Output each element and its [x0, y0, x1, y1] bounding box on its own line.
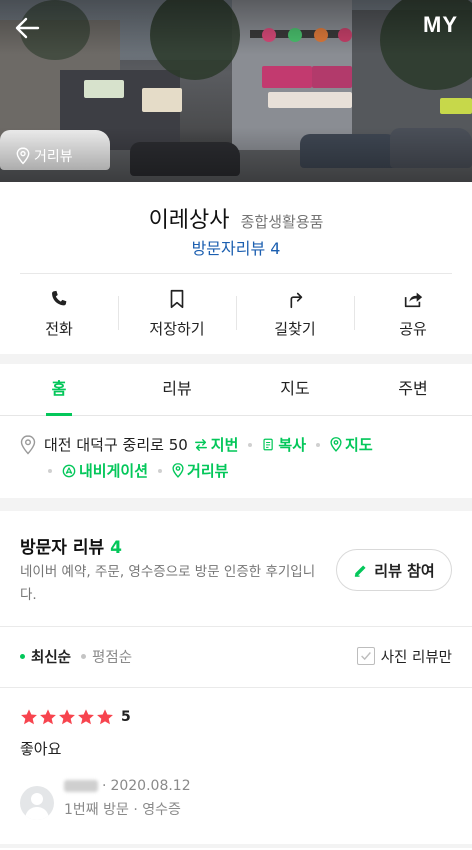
star-icon [40, 709, 56, 725]
star-rating: 5 [20, 708, 452, 726]
navigation-label: 내비게이션 [79, 462, 149, 480]
review-item: 5 좋아요 · 2020.08.12 1번째 방문 · 영수증 [20, 708, 452, 820]
lot-number-label: 지번 [210, 436, 239, 454]
map-label: 지도 [345, 436, 373, 454]
sort-rating[interactable]: 평점순 [81, 646, 132, 667]
photo-review-only-label: 사진 리뷰만 [380, 649, 452, 666]
divider [20, 273, 452, 274]
review-text: 좋아요 [20, 740, 62, 758]
divider [0, 687, 472, 688]
action-label: 전화 [45, 320, 73, 338]
reviewer-name-blurred [64, 780, 98, 792]
lot-number-button[interactable]: 지번 [194, 434, 239, 455]
write-review-label: 리뷰 참여 [374, 561, 435, 580]
avatar[interactable] [20, 786, 54, 820]
star-icon [59, 709, 75, 725]
action-label: 저장하기 [149, 320, 205, 338]
divider [0, 626, 472, 627]
place-detail-page: MY 거리뷰 이레상사 종합생활용품 방문자리뷰 4 전화 저장하기 길찾기 공… [0, 0, 472, 850]
place-category: 종합생활용품 [240, 213, 324, 231]
reviews-count: 4 [110, 538, 122, 558]
share-button[interactable]: 공유 [354, 282, 472, 346]
pencil-icon [355, 564, 366, 577]
tab-nearby[interactable]: 주변 [354, 364, 472, 415]
place-info-card: 이레상사 종합생활용품 방문자리뷰 4 전화 저장하기 길찾기 공유 [0, 182, 472, 354]
star-icon [78, 709, 94, 725]
write-review-button[interactable]: 리뷰 참여 [336, 549, 452, 591]
phone-icon [52, 290, 67, 306]
streetview-button[interactable]: 거리뷰 [16, 146, 73, 166]
review-meta: · 2020.08.12 1번째 방문 · 영수증 [20, 774, 191, 822]
location-pin-icon [172, 463, 184, 478]
navigation-icon [62, 464, 76, 477]
copy-label: 복사 [278, 436, 307, 454]
action-bar: 전화 저장하기 길찾기 공유 [0, 282, 472, 346]
place-title-row: 이레상사 종합생활용품 [0, 202, 472, 234]
star-icon [97, 709, 113, 725]
review-sort-bar: 최신순 평점순 사진 리뷰만 [20, 642, 452, 670]
call-button[interactable]: 전화 [0, 282, 118, 346]
share-icon [404, 292, 423, 308]
copy-icon [263, 438, 274, 451]
location-pin-icon [20, 434, 36, 455]
user-icon [25, 793, 49, 820]
visitor-reviews-section: 방문자 리뷰 4 네이버 예약, 주문, 영수증으로 방문 인증한 후기입니다. … [0, 511, 472, 850]
my-button[interactable]: MY [423, 12, 458, 38]
location-pin-icon [16, 147, 30, 165]
save-button[interactable]: 저장하기 [118, 282, 236, 346]
address-text: 대전 대덕구 중리로 50 [44, 436, 188, 454]
review-date: 2020.08.12 [110, 778, 191, 794]
visit-info: 1번째 방문 · 영수증 [64, 802, 181, 818]
streetview-link-label: 거리뷰 [187, 462, 229, 480]
swap-icon [194, 438, 207, 451]
checkbox-icon [356, 647, 375, 665]
directions-button[interactable]: 길찾기 [236, 282, 354, 346]
photo-review-only-checkbox[interactable]: 사진 리뷰만 [356, 646, 452, 667]
action-label: 공유 [399, 320, 427, 338]
tab-map[interactable]: 지도 [236, 364, 354, 415]
reviews-description: 네이버 예약, 주문, 영수증으로 방문 인증한 후기입니다. [20, 564, 316, 603]
tab-reviews[interactable]: 리뷰 [118, 364, 236, 415]
streetview-label: 거리뷰 [34, 149, 73, 165]
map-button[interactable]: 지도 [330, 434, 373, 455]
tab-bar: 홈 리뷰 지도 주변 [0, 364, 472, 416]
place-name: 이레상사 [148, 208, 230, 233]
address-section: 대전 대덕구 중리로 50 지번 복사 지도 내비게이션 거리뷰 [0, 416, 472, 498]
navigation-button[interactable]: 내비게이션 [62, 460, 148, 481]
tab-home[interactable]: 홈 [0, 364, 118, 416]
arrow-left-icon [15, 17, 40, 39]
location-pin-icon [330, 437, 342, 452]
directions-icon [290, 292, 303, 309]
reviews-title: 방문자 리뷰 4 [20, 538, 122, 558]
visitor-review-link[interactable]: 방문자리뷰 4 [0, 235, 472, 259]
star-icon [21, 709, 37, 725]
streetview-link[interactable]: 거리뷰 [172, 460, 228, 481]
rating-score: 5 [121, 709, 131, 725]
back-button[interactable] [12, 12, 44, 44]
bookmark-icon [170, 289, 184, 309]
copy-button[interactable]: 복사 [262, 434, 306, 455]
action-label: 길찾기 [274, 320, 316, 338]
place-photo[interactable]: MY 거리뷰 [0, 0, 472, 182]
sort-latest[interactable]: 최신순 [20, 646, 71, 667]
